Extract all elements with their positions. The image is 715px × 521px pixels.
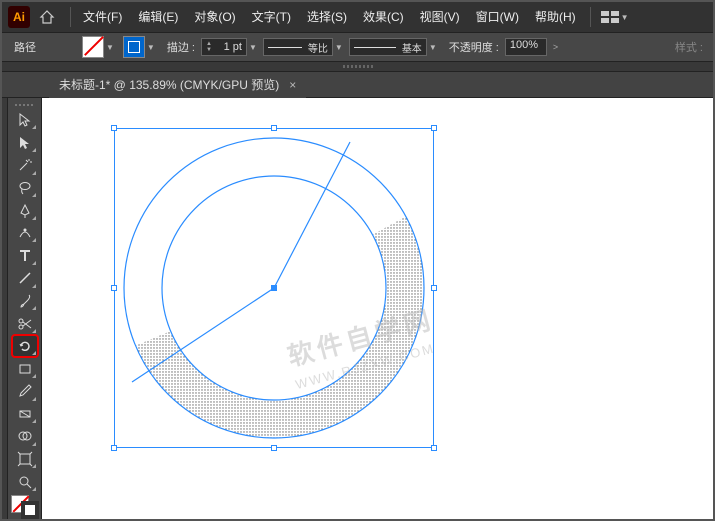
magic-wand-tool[interactable] <box>13 155 37 176</box>
resize-handle[interactable] <box>271 445 277 451</box>
fill-swatch[interactable] <box>82 36 104 58</box>
menu-type[interactable]: 文字(T) <box>244 2 299 32</box>
pen-tool[interactable] <box>13 200 37 221</box>
curvature-tool[interactable] <box>13 223 37 244</box>
chevron-down-icon: ▼ <box>621 13 629 22</box>
stroke-label: 描边 : <box>167 39 195 55</box>
resize-handle[interactable] <box>431 445 437 451</box>
chevron-down-icon[interactable]: ▼ <box>147 43 155 52</box>
stroke-swatch[interactable] <box>123 36 145 58</box>
brush-definition[interactable]: 基本 <box>349 38 427 56</box>
home-icon[interactable] <box>36 6 58 28</box>
chevron-down-icon[interactable]: ▼ <box>249 43 257 52</box>
lasso-tool[interactable] <box>13 178 37 199</box>
menu-edit[interactable]: 编辑(E) <box>130 2 186 32</box>
document-title: 未标题-1* @ 135.89% (CMYK/GPU 预览) <box>59 76 279 93</box>
resize-handle[interactable] <box>271 125 277 131</box>
shape-builder-tool[interactable] <box>13 426 37 447</box>
stroke-weight-input[interactable]: ▲▼ 1 pt <box>201 38 247 56</box>
workspace: 软件自学网 WWW.RJZXW.COM <box>2 98 713 519</box>
resize-handle[interactable] <box>431 125 437 131</box>
menu-window[interactable]: 窗口(W) <box>468 2 527 32</box>
toolbar-drag-handle[interactable] <box>8 102 41 109</box>
graphic-style-label[interactable]: 样式 : <box>671 39 707 55</box>
control-bar: 路径 ▼ ▼ 描边 : ▲▼ 1 pt ▼ 等比 ▼ 基本 ▼ 不透明度 : 1… <box>2 32 713 62</box>
resize-handle[interactable] <box>111 125 117 131</box>
menu-help[interactable]: 帮助(H) <box>527 2 584 32</box>
direct-selection-tool[interactable] <box>13 132 37 153</box>
eyedropper-tool[interactable] <box>13 381 37 402</box>
menu-effect[interactable]: 效果(C) <box>355 2 412 32</box>
variable-width-profile[interactable]: 等比 <box>263 38 333 56</box>
separator <box>70 7 71 27</box>
chevron-down-icon[interactable]: ▼ <box>106 43 114 52</box>
gradient-tool[interactable] <box>13 404 37 425</box>
chevron-down-icon[interactable]: ▼ <box>335 43 343 52</box>
rectangle-tool[interactable] <box>13 358 37 379</box>
separator <box>590 7 591 27</box>
rotate-tool[interactable] <box>13 336 37 357</box>
panel-drag-handle[interactable] <box>2 62 713 72</box>
line-segment-tool[interactable] <box>13 268 37 289</box>
selection-tool[interactable] <box>13 110 37 131</box>
menu-select[interactable]: 选择(S) <box>299 2 355 32</box>
spinner-icon[interactable]: ▲▼ <box>206 41 212 53</box>
stroke-weight-value: 1 pt <box>224 41 242 53</box>
tools-panel <box>8 98 42 519</box>
center-point-icon <box>271 285 277 291</box>
canvas[interactable]: 软件自学网 WWW.RJZXW.COM <box>54 98 713 519</box>
artboard-tool[interactable] <box>13 449 37 470</box>
app-logo: Ai <box>8 6 30 28</box>
selection-bounding-box[interactable] <box>114 128 434 448</box>
scissors-tool[interactable] <box>13 313 37 334</box>
chevron-down-icon[interactable]: ▼ <box>429 43 437 52</box>
opacity-input[interactable]: 100% <box>505 38 547 56</box>
opacity-label: 不透明度 : <box>449 39 499 55</box>
workspace-switcher-icon[interactable]: ▼ <box>601 11 635 23</box>
profile-label: 等比 <box>308 40 328 55</box>
type-tool[interactable] <box>13 245 37 266</box>
resize-handle[interactable] <box>431 285 437 291</box>
default-stroke-icon[interactable] <box>21 501 39 519</box>
menu-view[interactable]: 视图(V) <box>412 2 468 32</box>
document-tab[interactable]: 未标题-1* @ 135.89% (CMYK/GPU 预览) × <box>49 72 306 98</box>
chevron-right-icon[interactable]: > <box>553 42 558 52</box>
resize-handle[interactable] <box>111 445 117 451</box>
resize-handle[interactable] <box>111 285 117 291</box>
selection-type-label: 路径 <box>14 39 36 55</box>
menu-object[interactable]: 对象(O) <box>186 2 243 32</box>
zoom-tool[interactable] <box>13 471 37 492</box>
menu-bar: Ai 文件(F) 编辑(E) 对象(O) 文字(T) 选择(S) 效果(C) 视… <box>2 2 713 32</box>
menu-file[interactable]: 文件(F) <box>75 2 130 32</box>
fill-stroke-swatch[interactable] <box>11 495 39 519</box>
paintbrush-tool[interactable] <box>13 291 37 312</box>
document-tab-bar: 未标题-1* @ 135.89% (CMYK/GPU 预览) × <box>2 72 713 98</box>
brush-label: 基本 <box>402 40 422 55</box>
close-icon[interactable]: × <box>289 78 296 92</box>
